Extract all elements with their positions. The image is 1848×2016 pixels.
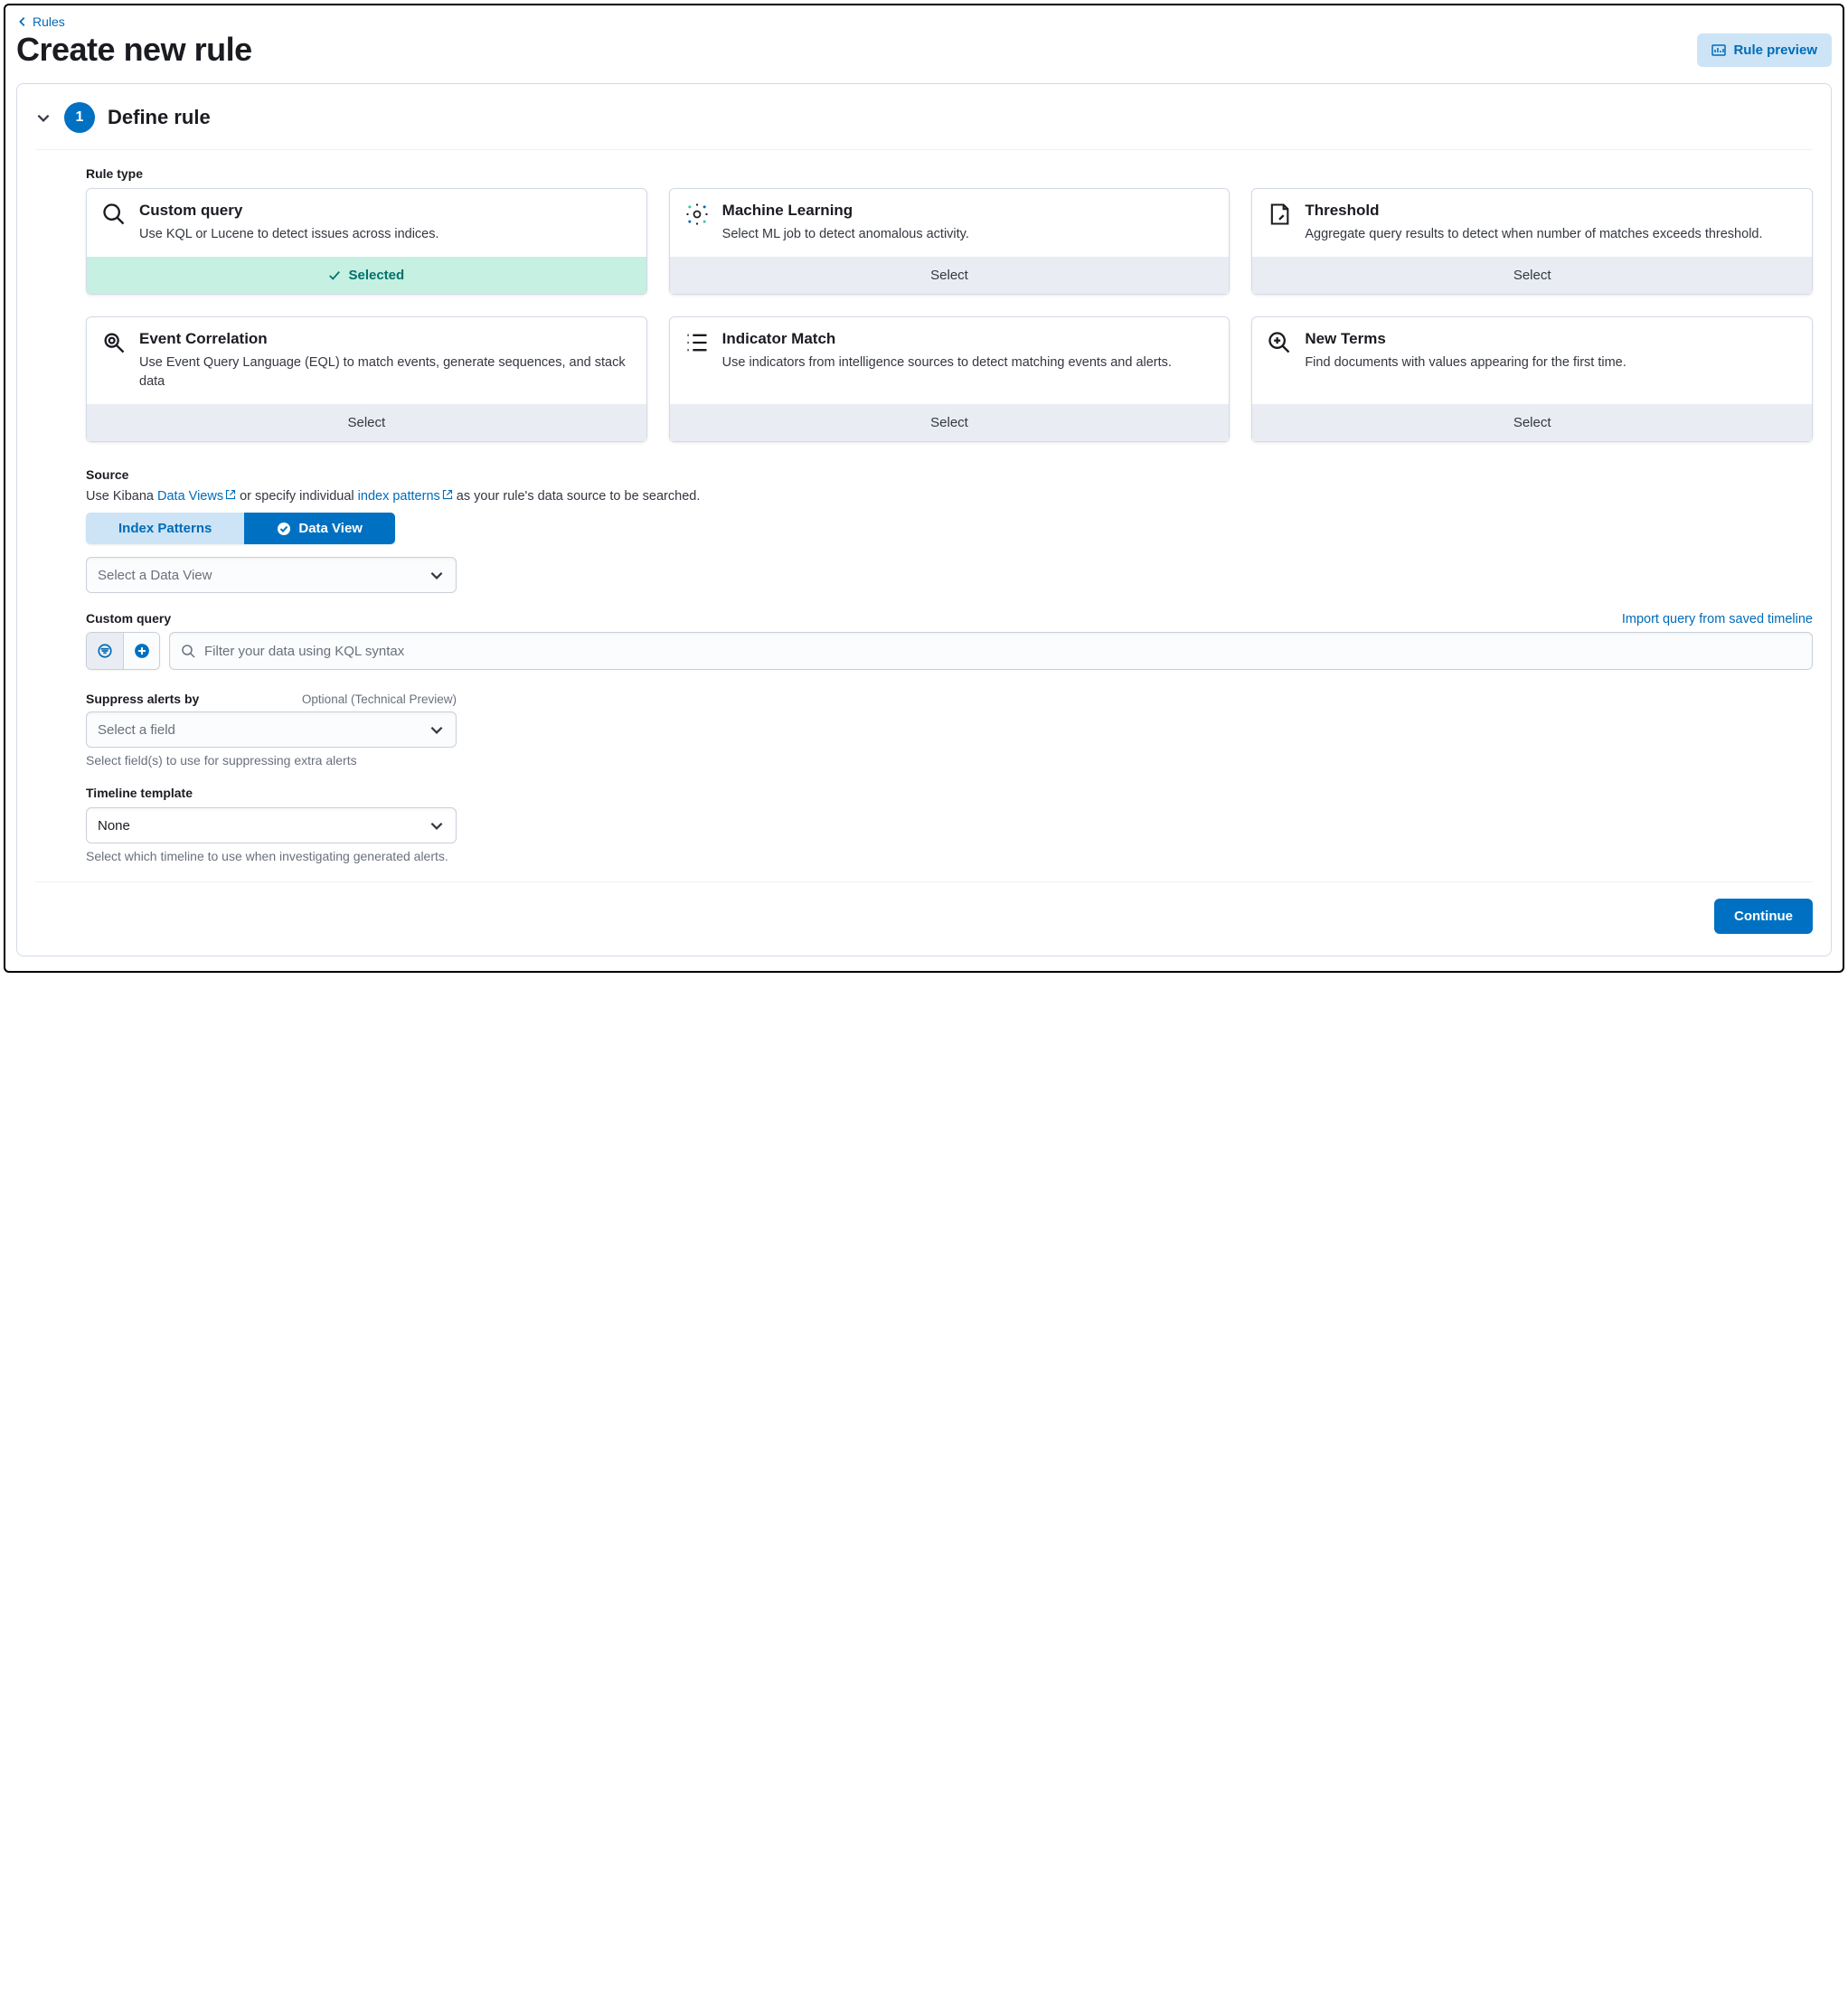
toggle-index-patterns[interactable]: Index Patterns [86,513,244,544]
timeline-help: Select which timeline to use when invest… [86,849,1813,863]
continue-button[interactable]: Continue [1714,899,1813,934]
import-query-link[interactable]: Import query from saved timeline [1622,612,1813,626]
filter-icon [97,643,113,659]
card-desc: Use indicators from intelligence sources… [722,353,1172,372]
card-footer-select[interactable]: Select [670,404,1230,441]
search-icon [181,644,195,658]
check-icon [328,269,341,282]
card-title: Threshold [1305,202,1762,220]
correlation-icon [101,330,127,355]
threshold-icon [1267,202,1292,227]
define-rule-panel: 1 Define rule Rule type Custom query Use… [16,83,1832,956]
rule-preview-icon [1711,42,1726,57]
card-event-correlation[interactable]: Event Correlation Use Event Query Langua… [86,316,647,442]
query-input[interactable]: Filter your data using KQL syntax [169,632,1813,670]
card-desc: Aggregate query results to detect when n… [1305,225,1762,244]
card-desc: Find documents with values appearing for… [1305,353,1626,372]
breadcrumb[interactable]: Rules [16,14,1832,29]
filter-options-button[interactable] [87,633,123,669]
card-desc: Use Event Query Language (EQL) to match … [139,353,632,391]
source-toggle-group: Index Patterns Data View [86,513,395,544]
timeline-template-select[interactable]: None [86,807,457,843]
add-filter-button[interactable] [123,633,159,669]
suppress-field-select[interactable]: Select a field [86,711,457,748]
card-custom-query[interactable]: Custom query Use KQL or Lucene to detect… [86,188,647,295]
data-views-link[interactable]: Data Views [157,489,236,504]
step-header[interactable]: 1 Define rule [35,102,1813,150]
index-patterns-link[interactable]: index patterns [358,489,453,504]
card-title: Event Correlation [139,330,632,348]
card-footer-select[interactable]: Select [670,257,1230,294]
chevron-down-icon [35,109,52,126]
rule-type-label: Rule type [86,166,1813,181]
card-title: Indicator Match [722,330,1172,348]
source-description: Use Kibana Data Views or specify individ… [86,489,1813,504]
chevron-left-icon [16,15,29,28]
search-icon [101,202,127,227]
ml-icon [684,202,710,227]
chevron-down-icon [429,567,445,583]
list-icon [684,330,710,355]
check-circle-icon [277,522,291,536]
suppress-label: Suppress alerts by [86,692,199,706]
toggle-data-view[interactable]: Data View [244,513,395,544]
card-footer-select[interactable]: Select [1252,404,1812,441]
timeline-label: Timeline template [86,786,1813,800]
step-title: Define rule [108,106,211,129]
suppress-help: Select field(s) to use for suppressing e… [86,753,1813,768]
rule-preview-button[interactable]: Rule preview [1697,33,1832,67]
plus-circle-icon [134,643,150,659]
card-threshold[interactable]: Threshold Aggregate query results to det… [1251,188,1813,295]
card-title: Machine Learning [722,202,969,220]
card-footer-select[interactable]: Select [87,404,646,441]
step-number: 1 [64,102,95,133]
card-indicator-match[interactable]: Indicator Match Use indicators from inte… [669,316,1230,442]
chevron-down-icon [429,721,445,738]
query-filter-buttons [86,632,160,670]
card-title: Custom query [139,202,439,220]
data-view-select[interactable]: Select a Data View [86,557,457,593]
source-label: Source [86,467,1813,482]
breadcrumb-label: Rules [33,14,65,29]
card-title: New Terms [1305,330,1626,348]
custom-query-label: Custom query [86,611,171,626]
external-link-icon [442,489,453,500]
suppress-optional: Optional (Technical Preview) [302,692,457,706]
rule-type-cards: Custom query Use KQL or Lucene to detect… [86,188,1813,442]
external-link-icon [225,489,236,500]
zoom-in-icon [1267,330,1292,355]
card-footer-selected: Selected [87,257,646,294]
card-machine-learning[interactable]: Machine Learning Select ML job to detect… [669,188,1230,295]
page-title: Create new rule [16,31,252,69]
chevron-down-icon [429,817,445,834]
card-footer-select[interactable]: Select [1252,257,1812,294]
card-desc: Select ML job to detect anomalous activi… [722,225,969,244]
card-new-terms[interactable]: New Terms Find documents with values app… [1251,316,1813,442]
card-desc: Use KQL or Lucene to detect issues acros… [139,225,439,244]
